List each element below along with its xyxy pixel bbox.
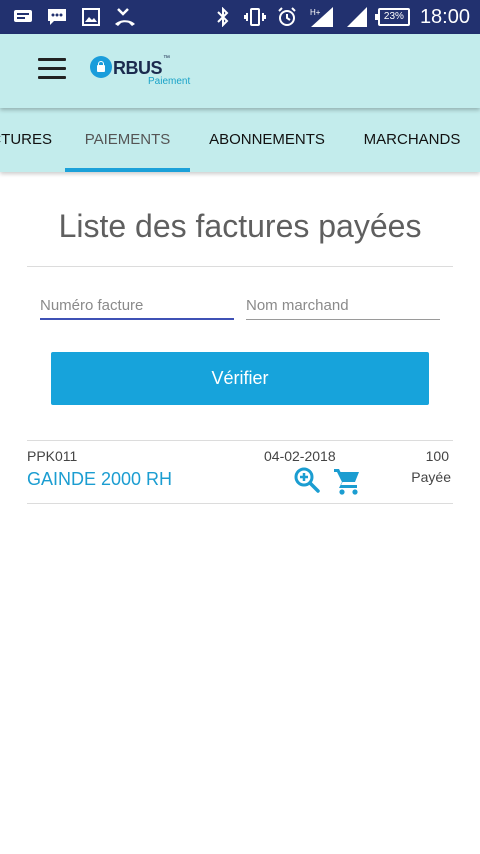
- cart-icon[interactable]: [332, 466, 362, 496]
- invoice-status: Payée: [411, 469, 451, 485]
- vibrate-icon: [243, 6, 266, 28]
- tab-factures[interactable]: FACTURES: [0, 108, 52, 172]
- tab-marchands[interactable]: MARCHANDS: [352, 108, 472, 172]
- alarm-icon: [276, 6, 298, 28]
- network-type-label: H+: [310, 8, 321, 17]
- merchant-name-field[interactable]: [246, 292, 440, 320]
- bluetooth-icon: [212, 6, 234, 28]
- system-icons: H+ 23% 18:00: [212, 5, 470, 29]
- invoice-reference: PPK011: [27, 448, 78, 464]
- merchant-name-input[interactable]: [246, 292, 440, 318]
- app-logo: RBUS ™ Paiement: [90, 54, 210, 94]
- chat-icon: [46, 6, 68, 28]
- notification-icons: [12, 6, 136, 28]
- invoice-number-input[interactable]: [40, 292, 234, 318]
- verify-button[interactable]: Vérifier: [51, 352, 429, 405]
- invoice-number-field[interactable]: [40, 292, 234, 320]
- missed-call-icon: [114, 6, 136, 28]
- screen: H+ 23% 18:00 RBUS ™ Paiement FACTURES PA…: [0, 0, 480, 854]
- zoom-in-icon[interactable]: [293, 466, 321, 494]
- merchant-field-underline: [246, 319, 440, 320]
- tab-paiements[interactable]: PAIEMENTS: [65, 108, 190, 172]
- status-bar: H+ 23% 18:00: [0, 0, 480, 34]
- invoice-date: 04-02-2018: [264, 448, 336, 464]
- page-title: Liste des factures payées: [58, 208, 422, 244]
- list-bottom-divider: [27, 503, 453, 504]
- invoice-field-underline: [40, 318, 234, 320]
- app-bar: RBUS ™ Paiement: [0, 34, 480, 108]
- merchant-name: GAINDE 2000 RH: [27, 469, 173, 489]
- signal-icon: H+: [308, 6, 336, 28]
- wifi-signal-icon: [346, 6, 368, 28]
- logo-trademark: ™: [163, 55, 170, 62]
- title-divider: [27, 266, 453, 267]
- clock: 18:00: [419, 6, 470, 28]
- lock-icon: [90, 56, 112, 78]
- hamburger-menu-icon[interactable]: [38, 58, 68, 84]
- active-tab-indicator: [65, 168, 190, 172]
- invoice-amount: 100: [425, 448, 449, 464]
- logo-subtitle: Paiement: [148, 76, 191, 87]
- battery-icon: 23%: [374, 8, 410, 26]
- list-item[interactable]: PPK011 GAINDE 2000 RH 04-02-2018 100 Pay…: [27, 441, 453, 503]
- tab-abonnements[interactable]: ABONNEMENTS: [200, 108, 334, 172]
- tab-bar: FACTURES PAIEMENTS ABONNEMENTS MARCHANDS: [0, 108, 480, 172]
- image-icon: [80, 6, 102, 28]
- message-icon: [12, 6, 34, 28]
